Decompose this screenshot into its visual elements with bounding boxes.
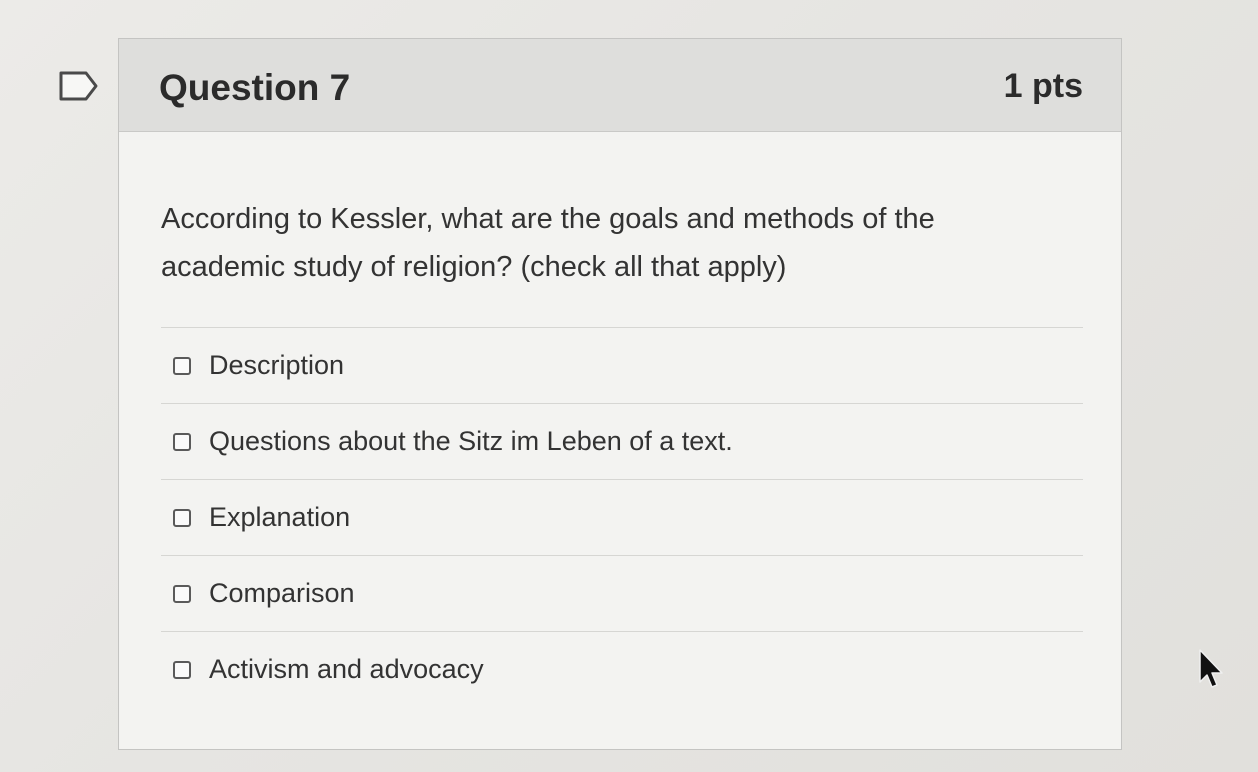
- answer-label: Description: [209, 350, 345, 380]
- question-text: According to Kessler, what are the goals…: [161, 203, 935, 283]
- checkbox[interactable]: [173, 432, 191, 451]
- checkbox[interactable]: [173, 508, 191, 527]
- answer-label: Explanation: [209, 502, 351, 532]
- question-card: Question 7 1 pts According to Kessler, w…: [118, 38, 1122, 750]
- checkbox[interactable]: [173, 584, 191, 603]
- question-title: Question 7: [159, 67, 351, 108]
- checkbox[interactable]: [173, 660, 191, 679]
- mouse-pointer-icon: [1199, 649, 1223, 688]
- checkbox[interactable]: [173, 356, 191, 375]
- answer-label: Comparison: [209, 578, 355, 608]
- answer-label: Activism and advocacy: [209, 654, 484, 684]
- answer-option-activism[interactable]: Activism and advocacy: [161, 631, 1083, 707]
- question-points: 1 pts: [1003, 67, 1083, 105]
- answer-option-comparison[interactable]: Comparison: [161, 555, 1083, 631]
- answer-option-description[interactable]: Description: [161, 327, 1083, 403]
- answer-option-sitz-im-leben[interactable]: Questions about the Sitz im Leben of a t…: [161, 403, 1083, 479]
- answer-list: Description Questions about the Sitz im …: [161, 327, 1083, 707]
- answer-option-explanation[interactable]: Explanation: [161, 479, 1083, 555]
- flag-question-icon[interactable]: [58, 70, 100, 102]
- answer-label: Questions about the Sitz im Leben of a t…: [209, 426, 733, 456]
- question-header: Question 7 1 pts: [119, 39, 1121, 132]
